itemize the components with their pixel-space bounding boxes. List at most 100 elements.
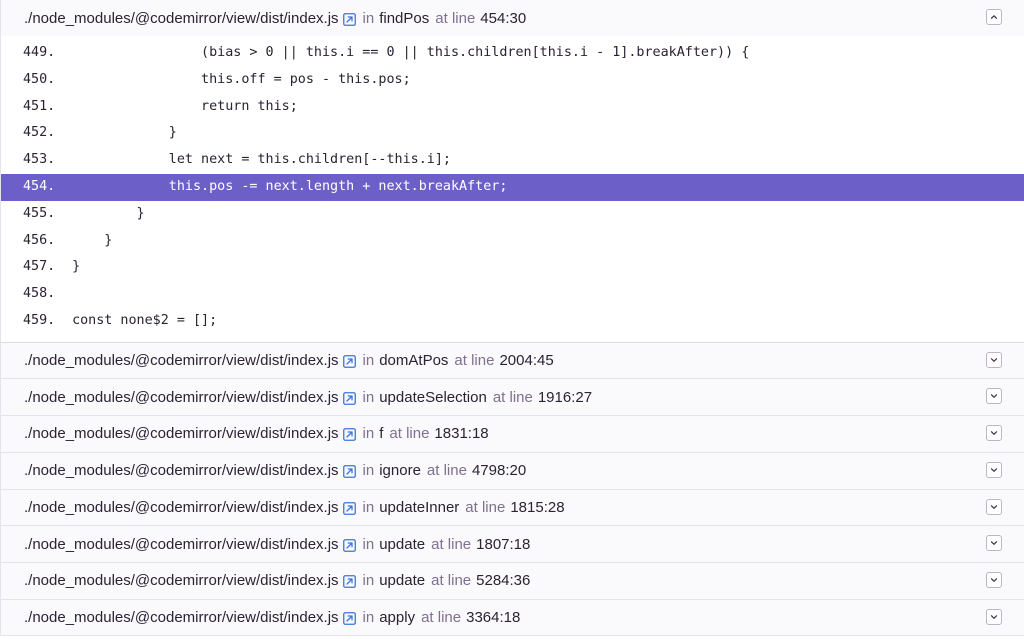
- collapse-button[interactable]: [986, 9, 1002, 25]
- in-label: in: [362, 388, 375, 406]
- expand-button[interactable]: [986, 608, 1002, 625]
- function-name: update: [379, 535, 426, 553]
- chevron-down-icon: [990, 357, 998, 362]
- code-line-number: 450.: [23, 71, 56, 87]
- frame-file-path: ./node_modules/@codemirror/view/dist/ind…: [24, 9, 339, 27]
- function-name: f: [379, 425, 384, 443]
- code-line-active: 454. this.pos -= next.length + next.brea…: [1, 173, 1024, 201]
- line-number: 1815:28: [510, 498, 565, 516]
- external-link-icon[interactable]: [342, 12, 356, 26]
- frame-file-path: ./node_modules/@codemirror/view/dist/ind…: [24, 535, 339, 553]
- code-line-text: (bias > 0 || this.i == 0 || this.childre…: [72, 45, 750, 60]
- function-name: apply: [379, 608, 416, 626]
- in-label: in: [362, 608, 375, 626]
- code-line-number: 454.: [23, 178, 56, 194]
- expand-button[interactable]: [986, 498, 1002, 515]
- function-name: ignore: [379, 462, 421, 480]
- code-line-text: this.off = pos - this.pos;: [72, 71, 411, 87]
- at-line-label: at line: [492, 388, 533, 406]
- code-line-text: }: [72, 125, 177, 141]
- code-line-number: 455.: [23, 205, 56, 221]
- line-number: 1807:18: [476, 535, 531, 553]
- code-line-number: 449.: [23, 45, 56, 60]
- expand-button[interactable]: [986, 425, 1002, 442]
- frame-header[interactable]: ./node_modules/@codemirror/view/dist/ind…: [0, 599, 1024, 637]
- frame-header[interactable]: ./node_modules/@codemirror/view/dist/ind…: [0, 452, 1024, 490]
- frame-file-path: ./node_modules/@codemirror/view/dist/ind…: [24, 352, 339, 370]
- code-line-number: 456.: [23, 232, 56, 248]
- code-line-number: 458.: [23, 286, 56, 302]
- chevron-up-icon: [990, 15, 998, 19]
- code-line: 459. const none$2 = [];: [1, 308, 1024, 335]
- line-number: 3364:18: [466, 608, 521, 626]
- at-line-label: at line: [431, 572, 472, 590]
- function-name: updateSelection: [379, 388, 487, 406]
- external-link-icon[interactable]: [342, 501, 356, 515]
- frame-header[interactable]: ./node_modules/@codemirror/view/dist/ind…: [0, 416, 1024, 453]
- external-link-icon[interactable]: [342, 575, 356, 589]
- function-name: findPos: [379, 9, 430, 27]
- function-name: update: [379, 572, 426, 590]
- at-line-label: at line: [465, 498, 506, 516]
- frame-file-path: ./node_modules/@codemirror/view/dist/ind…: [24, 608, 339, 626]
- frame-header[interactable]: ./node_modules/@codemirror/view/dist/ind…: [0, 526, 1024, 563]
- expand-button[interactable]: [986, 461, 1002, 478]
- line-number: 1916:27: [537, 388, 593, 406]
- frame-file-path: ./node_modules/@codemirror/view/dist/ind…: [24, 388, 339, 406]
- chevron-down-icon: [990, 578, 998, 582]
- frame-file-path: ./node_modules/@codemirror/view/dist/ind…: [24, 572, 339, 590]
- line-number: 1831:18: [434, 425, 489, 443]
- external-link-icon[interactable]: [342, 428, 356, 442]
- stack-trace: ./node_modules/@codemirror/view/dist/ind…: [0, 0, 1024, 637]
- expand-button[interactable]: [986, 351, 1002, 368]
- code-line: 458.: [1, 281, 1024, 308]
- code-line: 451. return this;: [1, 94, 1024, 121]
- chevron-down-icon: [990, 468, 998, 472]
- expand-button[interactable]: [986, 571, 1002, 588]
- frame-file-path: ./node_modules/@codemirror/view/dist/ind…: [24, 498, 339, 516]
- chevron-down-icon: [990, 614, 998, 619]
- frame-header[interactable]: ./node_modules/@codemirror/view/dist/ind…: [0, 379, 1024, 417]
- code-line-text: return this;: [72, 98, 298, 114]
- at-line-label: at line: [431, 535, 472, 553]
- function-name: updateInner: [379, 498, 460, 516]
- code-line-text: this.pos -= next.length + next.breakAfte…: [72, 178, 508, 194]
- chevron-down-icon: [990, 541, 998, 546]
- chevron-down-icon: [990, 394, 998, 399]
- external-link-icon[interactable]: [342, 612, 356, 625]
- at-line-label: at line: [421, 608, 462, 626]
- code-line-number: 452.: [23, 125, 56, 141]
- line-number: 2004:45: [499, 352, 554, 370]
- in-label: in: [362, 535, 375, 553]
- line-number: 4798:20: [471, 462, 527, 480]
- at-line-label: at line: [426, 462, 467, 480]
- frame-file-path: ./node_modules/@codemirror/view/dist/ind…: [24, 462, 339, 480]
- frame-header[interactable]: ./node_modules/@codemirror/view/dist/ind…: [0, 342, 1024, 380]
- code-line-number: 459.: [23, 312, 56, 328]
- frame-header[interactable]: ./node_modules/@codemirror/view/dist/ind…: [0, 562, 1024, 600]
- code-line: 453. let next = this.children[--this.i];: [1, 147, 1024, 174]
- line-number: 5284:36: [476, 572, 531, 590]
- code-line-number: 457.: [23, 259, 56, 275]
- code-line: 450. this.off = pos - this.pos;: [1, 67, 1024, 94]
- expand-button[interactable]: [986, 388, 1002, 405]
- line-number: 454:30: [480, 9, 527, 27]
- function-name: domAtPos: [379, 352, 449, 370]
- expand-button[interactable]: [986, 535, 1002, 552]
- chevron-down-icon: [990, 504, 998, 509]
- frame-header[interactable]: ./node_modules/@codemirror/view/dist/ind…: [0, 0, 1024, 36]
- at-line-label: at line: [435, 9, 476, 27]
- frame-header[interactable]: ./node_modules/@codemirror/view/dist/ind…: [0, 489, 1024, 527]
- code-line-text: const none$2 = [];: [72, 312, 218, 328]
- code-line-text: }: [72, 259, 81, 275]
- code-line-text: }: [72, 205, 145, 221]
- external-link-icon[interactable]: [342, 465, 356, 479]
- at-line-label: at line: [389, 425, 430, 443]
- code-line: 449. (bias > 0 || this.i == 0 || this.ch…: [1, 40, 1024, 67]
- in-label: in: [362, 425, 375, 443]
- in-label: in: [362, 498, 375, 516]
- external-link-icon[interactable]: [342, 538, 356, 552]
- external-link-icon[interactable]: [342, 391, 356, 405]
- external-link-icon[interactable]: [342, 355, 356, 369]
- in-label: in: [362, 352, 375, 370]
